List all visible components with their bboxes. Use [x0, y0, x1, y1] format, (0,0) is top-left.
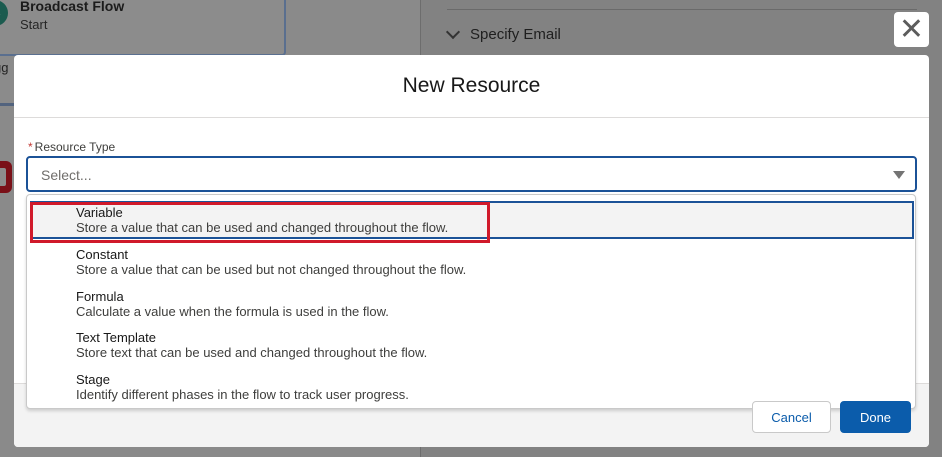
cancel-button[interactable]: Cancel: [752, 401, 831, 433]
specify-email-section[interactable]: Specify Email: [445, 24, 561, 43]
select-placeholder: Select...: [41, 167, 92, 183]
modal-title: New Resource: [402, 74, 541, 97]
chevron-down-icon: [445, 24, 461, 40]
option-description: Calculate a value when the formula is us…: [76, 304, 389, 319]
option-title: Formula: [76, 289, 124, 304]
stop-icon-inner: [0, 168, 6, 186]
flow-start-card[interactable]: ▶ Broadcast Flow Start: [0, 0, 286, 56]
annotation-highlight: [30, 202, 490, 243]
caret-down-icon: [893, 171, 905, 179]
option-title: Stage: [76, 372, 110, 387]
option-constant[interactable]: Constant Store a value that can be used …: [30, 243, 914, 281]
specify-email-label: Specify Email: [470, 26, 561, 43]
resource-type-label-text: Resource Type: [34, 140, 116, 154]
option-title: Constant: [76, 247, 129, 262]
resource-type-select[interactable]: Select...: [26, 156, 917, 192]
play-icon: ▶: [0, 0, 8, 26]
panel-separator: [447, 9, 917, 10]
flow-title: Broadcast Flow: [20, 0, 125, 14]
option-text-template[interactable]: Text Template Store text that can be use…: [30, 326, 914, 364]
flow-subtitle: Start: [20, 17, 48, 32]
modal-header: New Resource: [14, 55, 929, 118]
option-formula[interactable]: Formula Calculate a value when the formu…: [30, 285, 914, 323]
option-description: Store a value that can be used but not c…: [76, 262, 467, 277]
option-description: Store text that can be used and changed …: [76, 345, 428, 360]
option-description: Identify different phases in the flow to…: [76, 387, 409, 402]
required-marker: *: [28, 140, 33, 154]
option-title: Text Template: [76, 330, 156, 345]
done-button[interactable]: Done: [840, 401, 911, 433]
canvas-partial-text: gg: [0, 60, 9, 75]
close-button[interactable]: ✕: [894, 12, 929, 47]
resource-type-label: * Resource Type: [28, 140, 115, 154]
